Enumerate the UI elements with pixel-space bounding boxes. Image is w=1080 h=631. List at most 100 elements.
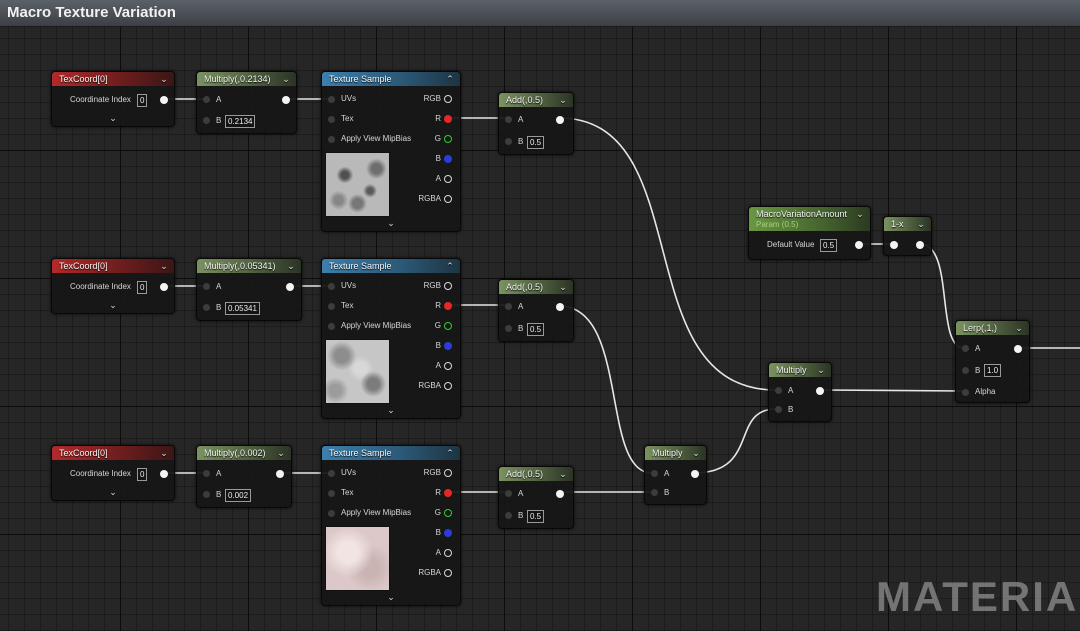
input-pin-b[interactable]: [505, 138, 512, 145]
lerp-output-pin[interactable]: [1014, 345, 1022, 353]
input-pin-b[interactable]: [203, 491, 210, 498]
tex-input-pin[interactable]: [328, 116, 335, 123]
chevron-down-icon[interactable]: ⌄: [285, 259, 297, 273]
g-output-pin[interactable]: [444, 509, 452, 517]
multiply-scale-node-1[interactable]: Multiply(,0.2134) ⌄ A B 0.2134: [196, 71, 297, 134]
b-output-pin[interactable]: [444, 342, 452, 350]
chevron-down-icon[interactable]: ⌄: [915, 217, 927, 231]
param-node-header[interactable]: MacroVariationAmount Param (0.5) ⌄: [749, 207, 870, 231]
texture-sample-node-3[interactable]: Texture Sample ⌃ UVs Tex Apply View MipBi…: [321, 445, 461, 606]
param-output-pin[interactable]: [855, 241, 863, 249]
coordinate-index-field[interactable]: 0: [137, 94, 148, 107]
a-output-pin[interactable]: [444, 362, 452, 370]
lerp-node[interactable]: Lerp(,1,) ⌄ A B 1.0 Alpha: [955, 320, 1030, 403]
input-pin-a[interactable]: [505, 490, 512, 497]
mipbias-input-pin[interactable]: [328, 136, 335, 143]
b-output-pin[interactable]: [444, 529, 452, 537]
input-pin-alpha[interactable]: [962, 389, 969, 396]
coordinate-index-field[interactable]: 0: [137, 468, 148, 481]
a-output-pin[interactable]: [444, 175, 452, 183]
coordinate-index-field[interactable]: 0: [137, 281, 148, 294]
multiply-scale-node-3-header[interactable]: Multiply(,0.002) ⌄: [197, 446, 291, 460]
input-pin-a[interactable]: [651, 470, 658, 477]
texture-sample-node-2[interactable]: Texture Sample ⌃ UVs Tex Apply View MipBi…: [321, 258, 461, 419]
multiply-scale-node-1-header[interactable]: Multiply(,0.2134) ⌄: [197, 72, 296, 86]
collapse-arrow-icon[interactable]: ⌃: [444, 259, 456, 273]
chevron-down-icon[interactable]: ⌄: [158, 446, 170, 460]
output-pin[interactable]: [286, 283, 294, 291]
input-pin-a[interactable]: [505, 303, 512, 310]
add-node-2-header[interactable]: Add(,0.5) ⌄: [499, 280, 573, 294]
r-output-pin[interactable]: [444, 115, 452, 123]
chevron-down-icon[interactable]: ⌄: [690, 446, 702, 460]
multiply-node-bottom-header[interactable]: Multiply ⌄: [645, 446, 706, 460]
texcoord-output-pin[interactable]: [160, 96, 168, 104]
input-pin-b[interactable]: [651, 489, 658, 496]
one-minus-input-pin[interactable]: [890, 241, 898, 249]
input-pin-b[interactable]: [775, 406, 782, 413]
uvs-input-pin[interactable]: [328, 470, 335, 477]
add-node-3-header[interactable]: Add(,0.5) ⌄: [499, 467, 573, 481]
b-value-field[interactable]: 0.5: [527, 510, 545, 523]
b-value-field[interactable]: 1.0: [984, 364, 1002, 377]
tex-input-pin[interactable]: [328, 303, 335, 310]
input-pin-b[interactable]: [203, 117, 210, 124]
r-output-pin[interactable]: [444, 489, 452, 497]
chevron-down-icon[interactable]: ⌄: [158, 259, 170, 273]
g-output-pin[interactable]: [444, 135, 452, 143]
rgba-output-pin[interactable]: [444, 382, 452, 390]
expand-arrow-icon[interactable]: ⌄: [384, 406, 398, 415]
b-output-pin[interactable]: [444, 155, 452, 163]
chevron-down-icon[interactable]: ⌄: [158, 72, 170, 86]
chevron-down-icon[interactable]: ⌄: [557, 280, 569, 294]
texture-sample-node-3-header[interactable]: Texture Sample ⌃: [322, 446, 460, 460]
rgb-output-pin[interactable]: [444, 469, 452, 477]
b-value-field[interactable]: 0.05341: [225, 302, 260, 315]
macro-variation-param-node[interactable]: MacroVariationAmount Param (0.5) ⌄ Defau…: [748, 206, 871, 260]
input-pin-b[interactable]: [505, 325, 512, 332]
multiply-scale-node-3[interactable]: Multiply(,0.002) ⌄ A B 0.002: [196, 445, 292, 508]
chevron-down-icon[interactable]: ⌄: [275, 446, 287, 460]
rgb-output-pin[interactable]: [444, 282, 452, 290]
one-minus-node-header[interactable]: 1-x ⌄: [884, 217, 931, 231]
multiply-scale-node-2[interactable]: Multiply(,0.05341) ⌄ A B 0.05341: [196, 258, 302, 321]
rgb-output-pin[interactable]: [444, 95, 452, 103]
input-pin-b[interactable]: [505, 512, 512, 519]
texture-sample-node-1[interactable]: Texture Sample ⌃ UVs Tex Apply View MipBi…: [321, 71, 461, 232]
output-pin[interactable]: [282, 96, 290, 104]
multiply-node-top-header[interactable]: Multiply ⌄: [769, 363, 831, 377]
g-output-pin[interactable]: [444, 322, 452, 330]
add-node-3[interactable]: Add(,0.5) ⌄ A B 0.5: [498, 466, 574, 529]
texcoord-node-2[interactable]: TexCoord[0] ⌄ Coordinate Index 0 ⌄: [51, 258, 175, 314]
input-pin-a[interactable]: [505, 116, 512, 123]
r-output-pin[interactable]: [444, 302, 452, 310]
chevron-down-icon[interactable]: ⌄: [815, 363, 827, 377]
b-value-field[interactable]: 0.5: [527, 136, 545, 149]
tex-input-pin[interactable]: [328, 490, 335, 497]
b-value-field[interactable]: 0.002: [225, 489, 252, 502]
input-pin-b[interactable]: [203, 304, 210, 311]
collapse-arrow-icon[interactable]: ⌃: [444, 72, 456, 86]
a-output-pin[interactable]: [444, 549, 452, 557]
one-minus-node[interactable]: 1-x ⌄: [883, 216, 932, 256]
collapse-arrow-icon[interactable]: ⌃: [444, 446, 456, 460]
output-pin[interactable]: [556, 490, 564, 498]
mipbias-input-pin[interactable]: [328, 510, 335, 517]
rgba-output-pin[interactable]: [444, 569, 452, 577]
input-pin-a[interactable]: [203, 96, 210, 103]
expand-arrow-icon[interactable]: ⌄: [106, 488, 120, 497]
texcoord-node-2-header[interactable]: TexCoord[0] ⌄: [52, 259, 174, 273]
chevron-down-icon[interactable]: ⌄: [557, 467, 569, 481]
texcoord-node-3[interactable]: TexCoord[0] ⌄ Coordinate Index 0 ⌄: [51, 445, 175, 501]
texcoord-node-1[interactable]: TexCoord[0] ⌄ Coordinate Index 0 ⌄: [51, 71, 175, 127]
multiply-node-bottom[interactable]: Multiply ⌄ A B: [644, 445, 707, 505]
uvs-input-pin[interactable]: [328, 96, 335, 103]
input-pin-a[interactable]: [775, 387, 782, 394]
output-pin[interactable]: [816, 387, 824, 395]
expand-arrow-icon[interactable]: ⌄: [384, 219, 398, 228]
add-node-1-header[interactable]: Add(,0.5) ⌄: [499, 93, 573, 107]
default-value-field[interactable]: 0.5: [820, 239, 838, 252]
texture-sample-node-2-header[interactable]: Texture Sample ⌃: [322, 259, 460, 273]
mipbias-input-pin[interactable]: [328, 323, 335, 330]
one-minus-output-pin[interactable]: [916, 241, 924, 249]
